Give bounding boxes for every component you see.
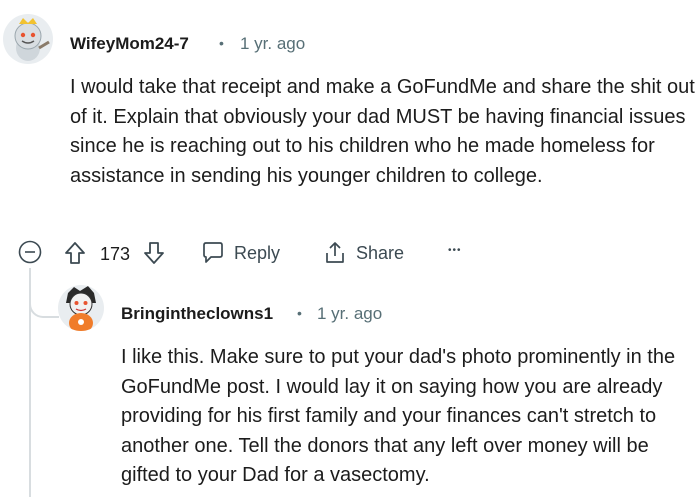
more-options-button[interactable]: •••	[448, 245, 462, 256]
avatar[interactable]	[58, 285, 104, 331]
comment-username[interactable]: WifeyMom24-7	[70, 34, 189, 54]
reply-timestamp[interactable]: 1 yr. ago	[317, 304, 382, 324]
reply-username[interactable]: Bringintheclowns1	[121, 304, 273, 324]
downvote-button[interactable]	[143, 241, 165, 270]
collapse-icon	[18, 240, 42, 264]
comment: WifeyMom24-7 • 1 yr. ago I would take th…	[0, 0, 700, 300]
upvote-button[interactable]	[64, 241, 86, 270]
reply-comment: Bringintheclowns1 • 1 yr. ago I like thi…	[0, 280, 700, 497]
meta-separator: •	[297, 305, 302, 321]
vote-count: 173	[100, 244, 131, 264]
downvote-arrow-icon	[144, 242, 164, 264]
collapse-button[interactable]	[18, 240, 42, 264]
meta-separator: •	[219, 35, 224, 51]
reply-button[interactable]: Reply	[200, 240, 280, 266]
reply-body: I like this. Make sure to put your dad's…	[121, 346, 676, 486]
snoo-avatar-icon	[66, 286, 96, 331]
share-button[interactable]: Share	[322, 240, 404, 266]
share-label: Share	[356, 242, 405, 263]
snoo-avatar-icon	[14, 18, 50, 61]
comment-timestamp[interactable]: 1 yr. ago	[240, 34, 305, 54]
speech-bubble-icon	[203, 242, 223, 263]
share-icon	[326, 242, 344, 263]
comment-body: I would take that receipt and make a GoF…	[70, 76, 695, 187]
avatar[interactable]	[3, 14, 53, 64]
reply-label: Reply	[234, 242, 281, 263]
upvote-arrow-icon	[65, 242, 85, 264]
